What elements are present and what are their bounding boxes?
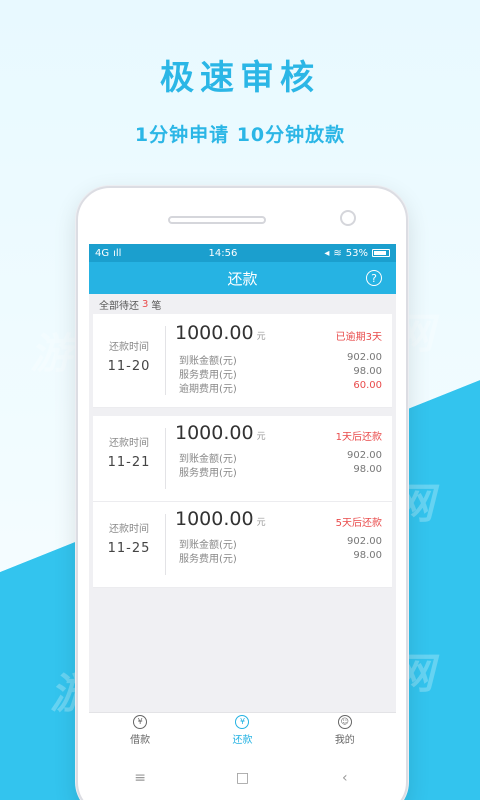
date-label: 还款时间 [109,342,149,353]
due-date: 11-25 [107,541,151,556]
detail-label: 到账金额(元) [179,356,237,367]
status-badge: 5天后还款 [335,518,382,529]
due-date: 11-20 [107,359,151,374]
detail-value: 98.00 [353,550,382,561]
due-date: 11-21 [107,455,151,470]
user-icon: ☺ [337,715,352,729]
back-icon[interactable]: ‹ [325,770,365,786]
phone-camera [340,210,356,226]
tab-label: 借款 [130,735,151,746]
amount-value: 1000.00 [175,422,254,444]
amount-unit: 元 [256,432,266,442]
help-icon[interactable]: ? [366,270,382,286]
menu-icon[interactable]: ≡ [120,770,160,786]
detail-label: 到账金额(元) [179,540,237,551]
detail-value: 902.00 [347,352,382,363]
amount: 1000.00 元 [175,508,266,530]
amount-value: 1000.00 [175,322,254,344]
amount-unit: 元 [256,332,266,342]
repay-icon: ¥ [235,715,250,729]
detail-label: 服务费用(元) [179,370,237,381]
detail-row: 到账金额(元) 902.00 [179,352,382,367]
date-label: 还款时间 [109,524,149,535]
date-label: 还款时间 [109,438,149,449]
amount: 1000.00 元 [175,322,266,344]
detail-value: 98.00 [353,366,382,377]
summary-prefix: 全部待还 [99,300,139,312]
mute-icon: ◂ [324,247,330,259]
signal-text: 4G [95,247,110,259]
tab-label: 还款 [232,735,253,746]
repayment-card[interactable]: 还款时间 11-25 1000.00 元 5天后还款 到账金额(元) 902.00… [93,502,392,588]
app-header: 还款 ? [89,262,396,294]
detail-value: 902.00 [347,536,382,547]
status-badge: 已逾期3天 [335,332,382,343]
detail-value: 60.00 [353,380,382,391]
summary-suffix: 笔 [151,300,162,312]
promo-title: 极速审核 [160,58,320,98]
phone-screen: 4G ıll 14:56 ◂ ≋ 53% 还款 ? 全部待还 3 笔 还款时间 … [89,244,396,748]
page-title: 还款 [227,269,258,288]
detail-row: 逾期费用(元) 60.00 [179,380,382,395]
detail-label: 服务费用(元) [179,468,237,479]
tab-mine[interactable]: ☺ 我的 [294,713,396,748]
detail-label: 逾期费用(元) [179,384,237,395]
detail-row: 到账金额(元) 902.00 [179,536,382,551]
tab-label: 我的 [334,735,355,746]
phone-speaker [168,216,266,224]
detail-row: 服务费用(元) 98.00 [179,550,382,565]
summary-count: 3 [142,298,149,310]
amount-value: 1000.00 [175,508,254,530]
money-bag-icon: ¥ [133,715,148,729]
detail-row: 服务费用(元) 98.00 [179,464,382,479]
detail-label: 到账金额(元) [179,454,237,465]
wifi-icon: ≋ [333,247,342,259]
battery-percent: 53% [345,247,368,259]
amount-unit: 元 [256,518,266,528]
detail-value: 902.00 [347,450,382,461]
date-block: 还款时间 11-21 [93,434,165,470]
detail-row: 到账金额(元) 902.00 [179,450,382,465]
signal-bars-icon: ıll [113,247,122,259]
tab-repay[interactable]: ¥ 还款 [191,713,293,748]
date-block: 还款时间 11-20 [93,338,165,374]
status-bar: 4G ıll 14:56 ◂ ≋ 53% [89,244,396,262]
repayment-card[interactable]: 还款时间 11-21 1000.00 元 1天后还款 到账金额(元) 902.00… [93,416,392,502]
divider [165,326,166,395]
date-block: 还款时间 11-25 [93,520,165,556]
promo-subtitle: 1分钟申请 10分钟放款 [134,124,346,146]
amount: 1000.00 元 [175,422,266,444]
status-time: 14:56 [208,247,238,259]
detail-label: 服务费用(元) [179,554,237,565]
battery-icon [371,249,390,257]
bottom-tab-bar: ¥ 借款 ¥ 还款 ☺ 我的 [89,712,396,748]
pending-summary: 全部待还 3 笔 [89,294,396,314]
status-badge: 1天后还款 [335,432,382,443]
tab-borrow[interactable]: ¥ 借款 [89,713,191,748]
system-nav-bar: ≡ □ ‹ [89,760,396,796]
detail-row: 服务费用(元) 98.00 [179,366,382,381]
divider [165,428,166,489]
detail-value: 98.00 [353,464,382,475]
phone-mockup: 4G ıll 14:56 ◂ ≋ 53% 还款 ? 全部待还 3 笔 还款时间 … [76,186,408,800]
divider [165,514,166,575]
home-icon[interactable]: □ [222,770,262,786]
repayment-card[interactable]: 还款时间 11-20 1000.00 元 已逾期3天 到账金额(元) 902.00… [93,314,392,408]
